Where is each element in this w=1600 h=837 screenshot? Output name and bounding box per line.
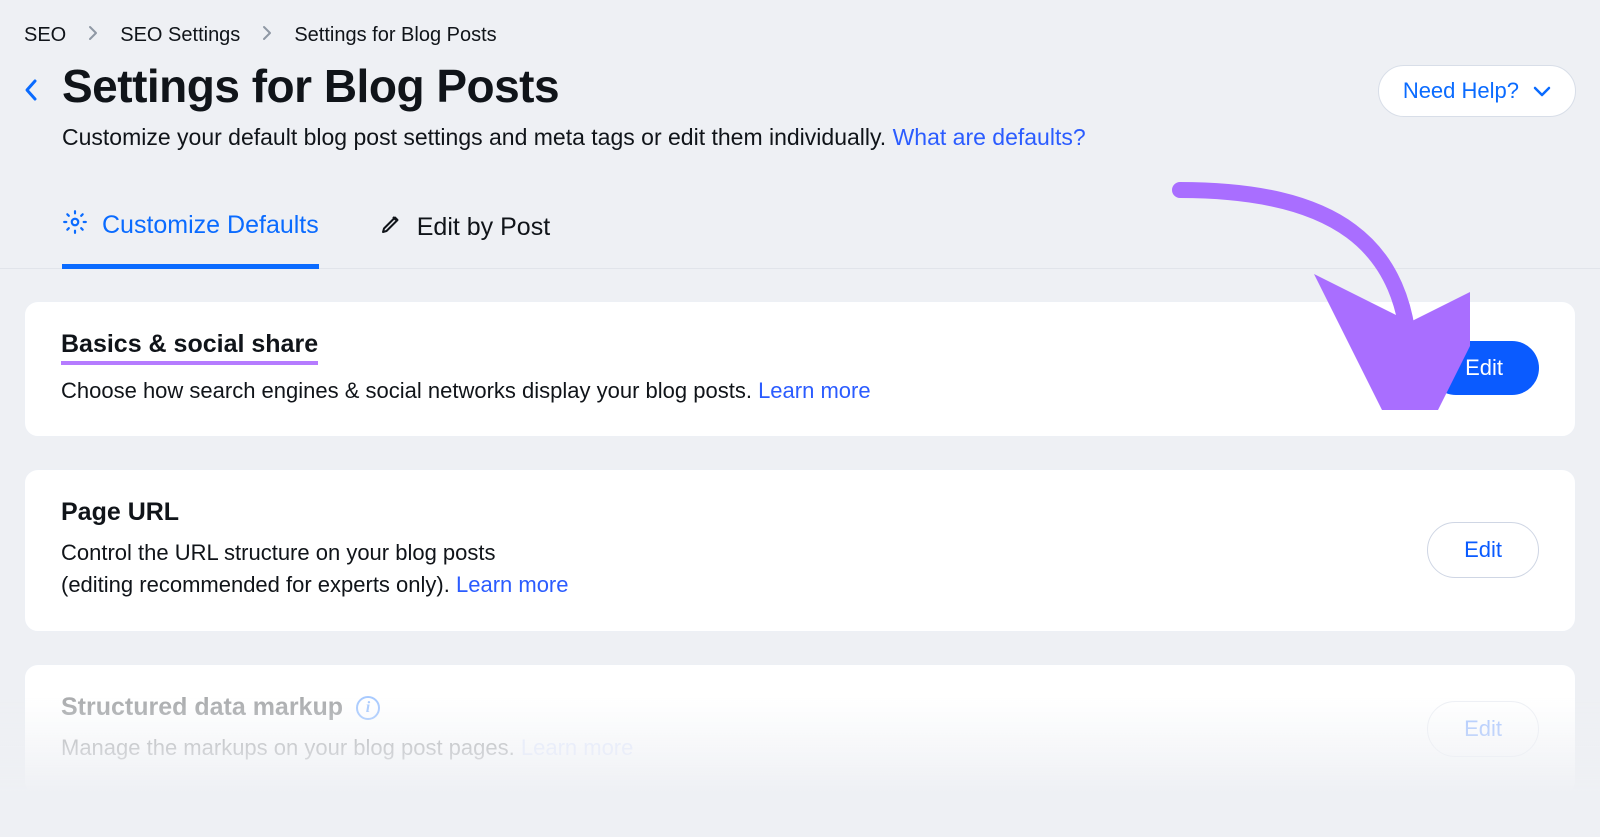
info-icon[interactable]: i	[356, 696, 380, 720]
tabs: Customize Defaults Edit by Post	[0, 151, 1600, 269]
card-page-url: Page URL Control the URL structure on yo…	[24, 469, 1576, 632]
gear-icon	[62, 209, 88, 242]
card-description: Control the URL structure on your blog p…	[61, 537, 569, 601]
edit-basics-button[interactable]: Edit	[1429, 341, 1539, 395]
card-title: Page URL	[61, 498, 179, 527]
edit-structured-data-button[interactable]: Edit	[1427, 701, 1539, 757]
chevron-right-icon	[262, 24, 272, 47]
tab-customize-defaults[interactable]: Customize Defaults	[62, 209, 319, 269]
learn-more-link[interactable]: Learn more	[521, 735, 634, 760]
pencil-icon	[379, 212, 403, 243]
learn-more-link[interactable]: Learn more	[758, 378, 871, 403]
card-title: Structured data markup i	[61, 693, 380, 722]
card-description: Choose how search engines & social netwo…	[61, 375, 871, 407]
card-title: Basics & social share	[61, 330, 318, 365]
learn-more-link[interactable]: Learn more	[456, 572, 569, 597]
breadcrumb-seo-settings[interactable]: SEO Settings	[120, 24, 240, 47]
back-button[interactable]	[24, 77, 38, 109]
breadcrumb-current: Settings for Blog Posts	[294, 24, 496, 47]
need-help-button[interactable]: Need Help?	[1378, 65, 1576, 117]
card-basics-social-share: Basics & social share Choose how search …	[24, 301, 1576, 438]
chevron-right-icon	[88, 24, 98, 47]
edit-page-url-button[interactable]: Edit	[1427, 522, 1539, 578]
breadcrumb-seo[interactable]: SEO	[24, 24, 66, 47]
page-title: Settings for Blog Posts	[62, 61, 1086, 112]
card-description: Manage the markups on your blog post pag…	[61, 732, 633, 764]
chevron-down-icon	[1533, 78, 1551, 104]
card-structured-data: Structured data markup i Manage the mark…	[24, 664, 1576, 795]
page-subtitle: Customize your default blog post setting…	[62, 124, 1086, 151]
what-are-defaults-link[interactable]: What are defaults?	[893, 124, 1086, 150]
tab-edit-by-post[interactable]: Edit by Post	[379, 209, 550, 268]
breadcrumb: SEO SEO Settings Settings for Blog Posts	[0, 0, 1600, 61]
